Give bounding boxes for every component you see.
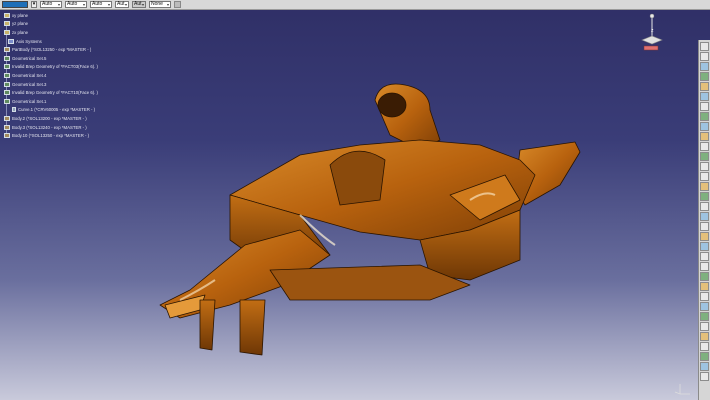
toolbar-tool-button[interactable] <box>700 202 709 211</box>
front-endplate-right <box>239 299 266 356</box>
toolbar-tool-button[interactable] <box>700 242 709 251</box>
toolbar-tool-button[interactable] <box>700 292 709 301</box>
toolbar-tool-button[interactable] <box>700 182 709 191</box>
toolbar-tool-button[interactable] <box>700 362 709 371</box>
toolbar-tool-button[interactable] <box>700 162 709 171</box>
airbox <box>374 83 441 151</box>
toolbar-tool-button[interactable] <box>700 172 709 181</box>
toolbar-tool-button[interactable] <box>700 62 709 71</box>
toolbar-tool-button[interactable] <box>700 272 709 281</box>
toolbar-tool-button[interactable] <box>700 142 709 151</box>
toolbar-tool-button[interactable] <box>700 72 709 81</box>
toolbar-tool-button[interactable] <box>700 212 709 221</box>
race-car-model[interactable] <box>0 0 710 400</box>
toolbar-tool-button[interactable] <box>700 152 709 161</box>
front-endplate-left <box>199 299 216 351</box>
toolbar-tool-button[interactable] <box>700 102 709 111</box>
toolbar-tool-button[interactable] <box>700 302 709 311</box>
toolbar-tool-button[interactable] <box>700 312 709 321</box>
svg-text:z: z <box>651 28 654 34</box>
toolbar-tool-button[interactable] <box>700 372 709 381</box>
toolbar-tool-button[interactable] <box>700 332 709 341</box>
toolbar-tool-button[interactable] <box>700 282 709 291</box>
axis-triad <box>674 384 690 395</box>
toolbar-tool-button[interactable] <box>700 82 709 91</box>
toolbar-tool-button[interactable] <box>700 112 709 121</box>
toolbar-tool-button[interactable] <box>700 352 709 361</box>
toolbar-tool-button[interactable] <box>700 252 709 261</box>
toolbar-tool-button[interactable] <box>700 42 709 51</box>
toolbar-tool-button[interactable] <box>700 222 709 231</box>
toolbar-tool-button[interactable] <box>700 342 709 351</box>
toolbar-tool-button[interactable] <box>700 192 709 201</box>
toolbar-tool-button[interactable] <box>700 262 709 271</box>
toolbar-tool-button[interactable] <box>700 122 709 131</box>
right-toolbar <box>698 40 710 400</box>
air-intake <box>377 92 407 118</box>
toolbar-tool-button[interactable] <box>700 322 709 331</box>
toolbar-tool-button[interactable] <box>700 52 709 61</box>
toolbar-tool-button[interactable] <box>700 232 709 241</box>
compass-widget[interactable]: z <box>632 12 672 56</box>
cockpit <box>329 150 386 206</box>
toolbar-tool-button[interactable] <box>700 132 709 141</box>
toolbar-tool-button[interactable] <box>700 92 709 101</box>
